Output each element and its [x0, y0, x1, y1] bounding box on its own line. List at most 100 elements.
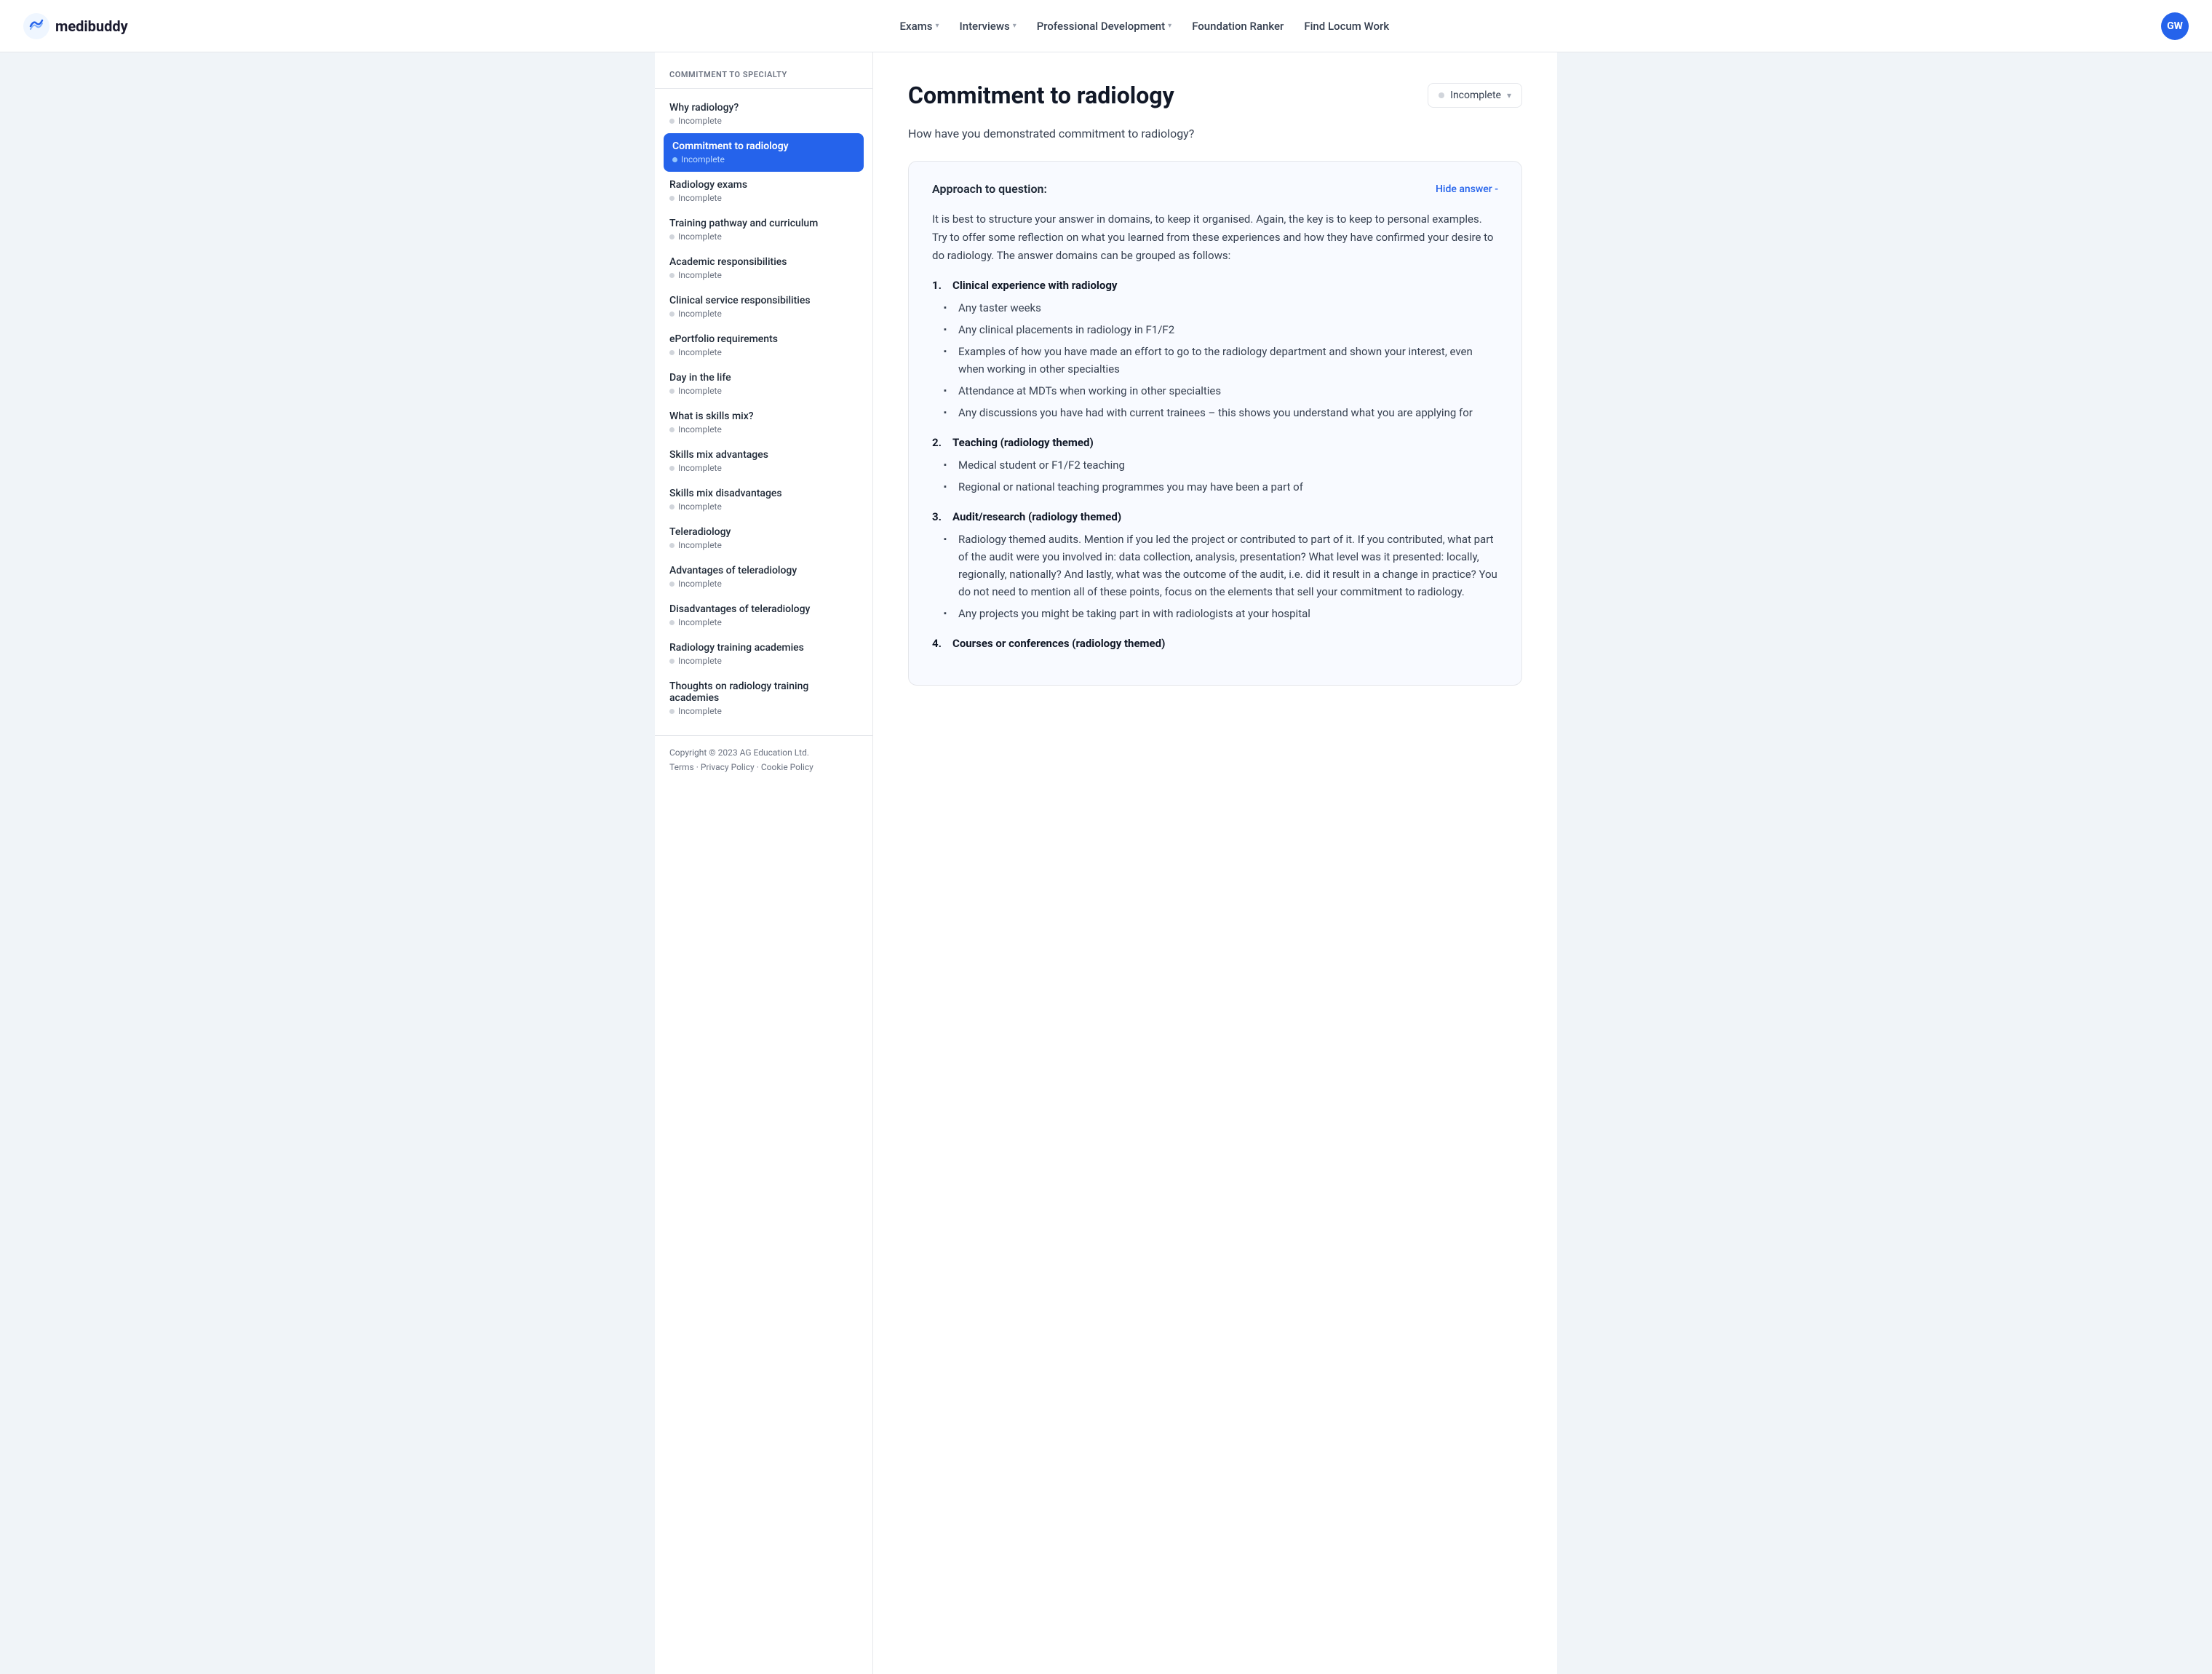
sidebar-item[interactable]: Day in the life Incomplete: [655, 365, 872, 403]
sidebar-section-title: Commitment to Specialty: [655, 70, 872, 89]
list-item: Any discussions you have had with curren…: [944, 404, 1498, 421]
sidebar-item[interactable]: ePortfolio requirements Incomplete: [655, 326, 872, 365]
nav-professional-development-label: Professional Development: [1037, 20, 1165, 33]
sidebar-item-status: Incomplete: [672, 154, 855, 164]
status-text: Incomplete: [681, 154, 725, 164]
sidebar-item[interactable]: Radiology exams Incomplete: [655, 172, 872, 210]
bullet-list: Radiology themed audits. Mention if you …: [932, 531, 1498, 622]
status-text: Incomplete: [678, 501, 722, 512]
status-text: Incomplete: [678, 463, 722, 473]
section-number: 2.: [932, 436, 947, 449]
logo-icon: [23, 13, 49, 39]
status-badge[interactable]: Incomplete ▾: [1428, 83, 1522, 108]
section-title-text: Courses or conferences (radiology themed…: [952, 637, 1165, 650]
chevron-down-icon: ▾: [935, 22, 939, 30]
nav-exams[interactable]: Exams ▾: [900, 20, 939, 33]
sidebar-item[interactable]: Commitment to radiology Incomplete: [664, 133, 864, 172]
page-layout: Commitment to Specialty Why radiology? I…: [655, 52, 1557, 1674]
status-text: Incomplete: [678, 116, 722, 126]
status-dot: [672, 157, 677, 162]
sidebar-item[interactable]: Training pathway and curriculum Incomple…: [655, 210, 872, 249]
status-dot: [669, 234, 675, 239]
approach-label: Approach to question:: [932, 182, 1047, 196]
status-dot: [669, 504, 675, 509]
sidebar-item[interactable]: Academic responsibilities Incomplete: [655, 249, 872, 287]
sidebar-item-status: Incomplete: [669, 706, 858, 716]
answer-section: 1.Clinical experience with radiologyAny …: [932, 279, 1498, 421]
nav-professional-development[interactable]: Professional Development ▾: [1037, 20, 1171, 33]
main-content: Commitment to radiology Incomplete ▾ How…: [873, 52, 1557, 1674]
answer-box: Approach to question: Hide answer - It i…: [908, 161, 1522, 686]
status-text: Incomplete: [678, 656, 722, 666]
status-text: Incomplete: [678, 617, 722, 627]
sidebar-item[interactable]: Radiology training academies Incomplete: [655, 635, 872, 673]
logo[interactable]: medibuddy: [23, 13, 128, 39]
sidebar-item-status: Incomplete: [669, 579, 858, 589]
list-item: Regional or national teaching programmes…: [944, 478, 1498, 496]
sidebar-item[interactable]: Disadvantages of teleradiology Incomplet…: [655, 596, 872, 635]
list-item: Any taster weeks: [944, 299, 1498, 317]
question-text: How have you demonstrated commitment to …: [908, 127, 1522, 140]
terms-link[interactable]: Terms: [669, 762, 694, 772]
cookie-link[interactable]: Cookie Policy: [761, 762, 813, 772]
answer-section-title: 3.Audit/research (radiology themed): [932, 510, 1498, 523]
chevron-down-icon: ▾: [1168, 22, 1171, 30]
footer-links: Terms · Privacy Policy · Cookie Policy: [669, 762, 858, 772]
list-item: Medical student or F1/F2 teaching: [944, 456, 1498, 474]
sidebar-item[interactable]: Why radiology? Incomplete: [655, 95, 872, 133]
sidebar-item[interactable]: Thoughts on radiology training academies…: [655, 673, 872, 723]
sidebar-item-title: Training pathway and curriculum: [669, 218, 858, 229]
list-item: Any projects you might be taking part in…: [944, 605, 1498, 622]
sidebar-item-status: Incomplete: [669, 386, 858, 396]
chevron-down-icon: ▾: [1013, 22, 1017, 30]
section-title-text: Audit/research (radiology themed): [952, 510, 1121, 523]
status-label: Incomplete: [1450, 90, 1501, 101]
sidebar-item-title: Commitment to radiology: [672, 140, 855, 152]
status-text: Incomplete: [678, 231, 722, 242]
status-text: Incomplete: [678, 706, 722, 716]
sidebar-item-title: Clinical service responsibilities: [669, 295, 858, 306]
sidebar-item[interactable]: Clinical service responsibilities Incomp…: [655, 287, 872, 326]
nav-exams-label: Exams: [900, 20, 933, 33]
answer-section-title: 4.Courses or conferences (radiology them…: [932, 637, 1498, 650]
hide-answer-button[interactable]: Hide answer -: [1436, 183, 1498, 195]
sidebar-item-status: Incomplete: [669, 540, 858, 550]
sidebar-item-title: Academic responsibilities: [669, 256, 858, 268]
status-dot: [669, 196, 675, 201]
bullet-list: Medical student or F1/F2 teaching Regiona…: [932, 456, 1498, 496]
chevron-down-icon: ▾: [1507, 90, 1511, 100]
answer-sections: 1.Clinical experience with radiologyAny …: [932, 279, 1498, 650]
sidebar-item[interactable]: Teleradiology Incomplete: [655, 519, 872, 558]
status-dot: [669, 620, 675, 625]
nav-foundation-ranker[interactable]: Foundation Ranker: [1192, 20, 1284, 33]
nav-interviews[interactable]: Interviews ▾: [959, 20, 1016, 33]
sidebar-item[interactable]: Skills mix disadvantages Incomplete: [655, 480, 872, 519]
sidebar-item-status: Incomplete: [669, 231, 858, 242]
status-text: Incomplete: [678, 424, 722, 435]
sidebar: Commitment to Specialty Why radiology? I…: [655, 52, 873, 1674]
sidebar-item-status: Incomplete: [669, 656, 858, 666]
answer-section: 4.Courses or conferences (radiology them…: [932, 637, 1498, 650]
answer-section-title: 2.Teaching (radiology themed): [932, 436, 1498, 449]
privacy-link[interactable]: Privacy Policy: [701, 762, 755, 772]
bullet-list: Any taster weeks Any clinical placements …: [932, 299, 1498, 421]
footer: Copyright © 2023 AG Education Ltd. Terms…: [655, 735, 872, 784]
nav-find-locum-work[interactable]: Find Locum Work: [1304, 20, 1389, 33]
status-dot: [669, 659, 675, 664]
sidebar-item-title: Skills mix advantages: [669, 449, 858, 461]
sidebar-item-status: Incomplete: [669, 617, 858, 627]
sidebar-item-status: Incomplete: [669, 270, 858, 280]
sidebar-item-status: Incomplete: [669, 424, 858, 435]
sidebar-item[interactable]: Advantages of teleradiology Incomplete: [655, 558, 872, 596]
status-dot: [669, 119, 675, 124]
sidebar-item-title: Radiology exams: [669, 179, 858, 191]
list-item: Any clinical placements in radiology in …: [944, 321, 1498, 338]
section-number: 1.: [932, 279, 947, 292]
sidebar-item-title: Day in the life: [669, 372, 858, 384]
sidebar-item-status: Incomplete: [669, 116, 858, 126]
avatar[interactable]: GW: [2161, 12, 2189, 40]
sidebar-item[interactable]: Skills mix advantages Incomplete: [655, 442, 872, 480]
sidebar-item[interactable]: What is skills mix? Incomplete: [655, 403, 872, 442]
logo-text: medibuddy: [55, 17, 128, 35]
sidebar-item-status: Incomplete: [669, 347, 858, 357]
